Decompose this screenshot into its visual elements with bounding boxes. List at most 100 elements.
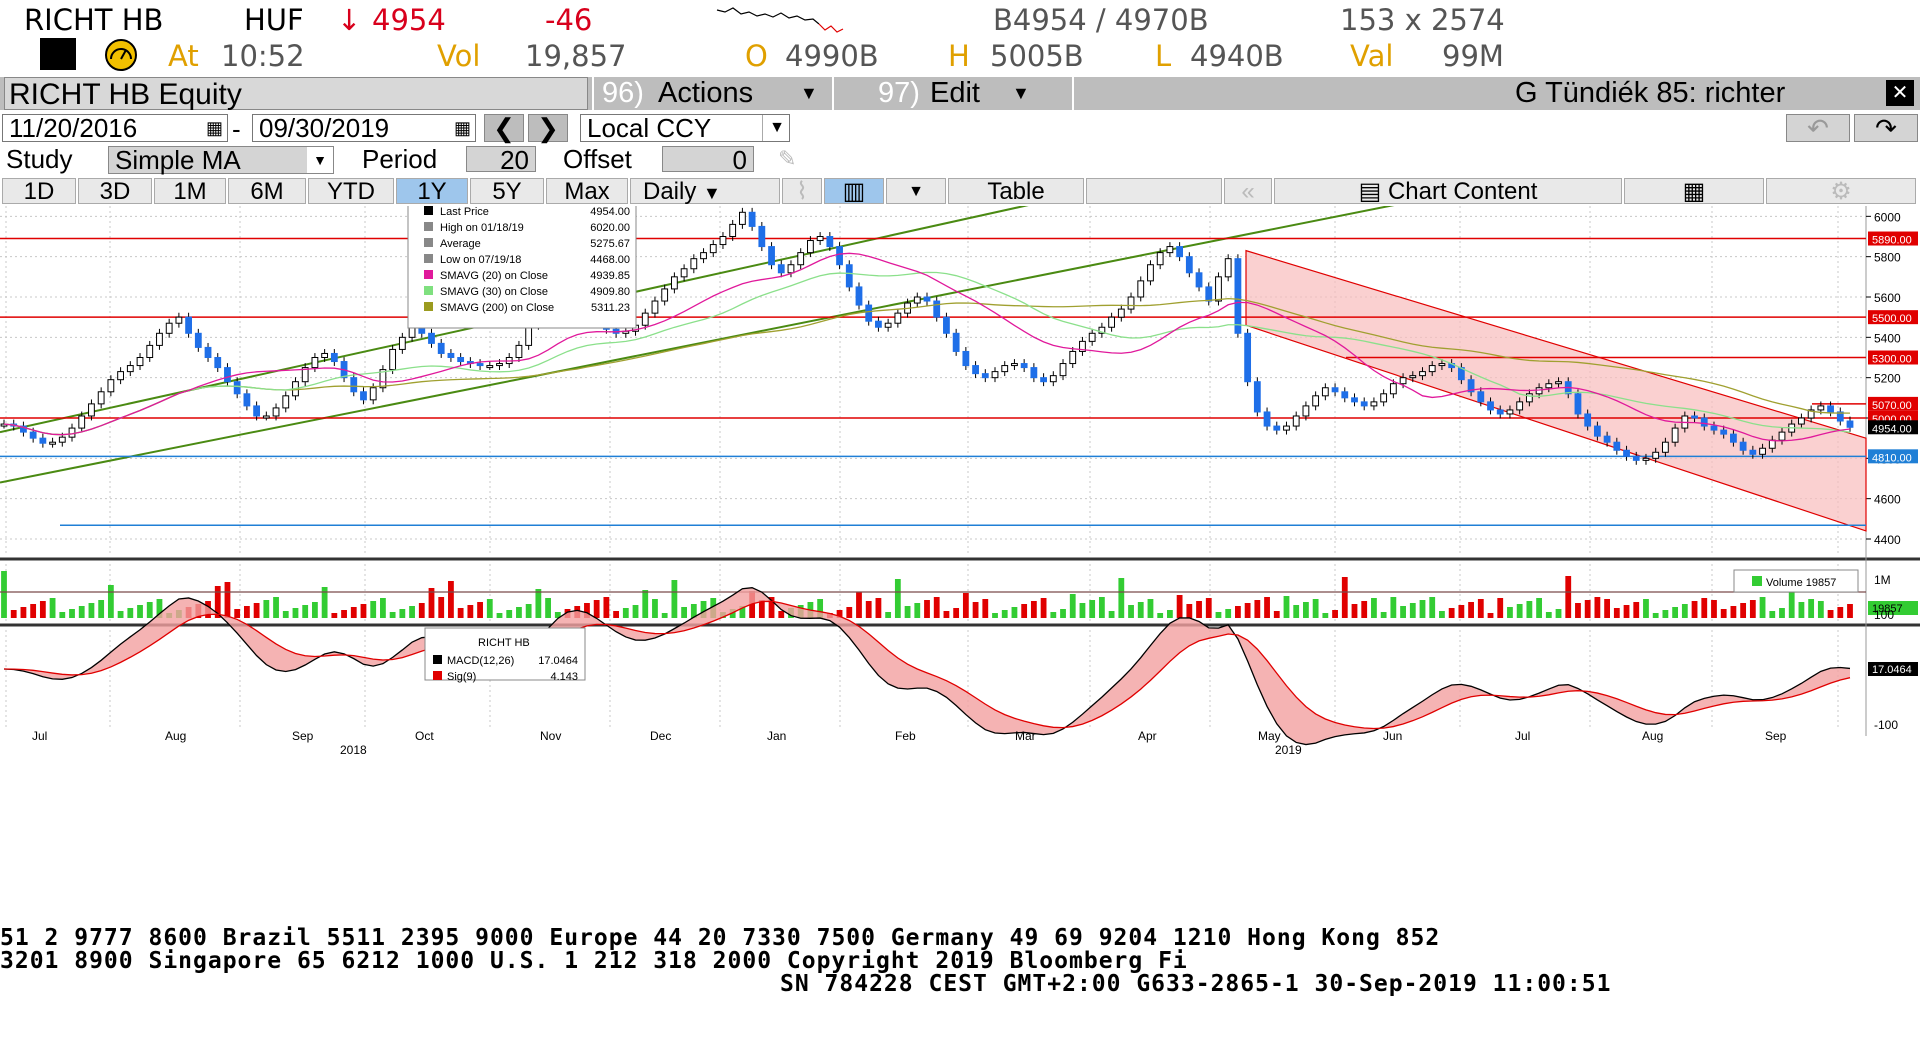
close-icon[interactable]: ✕ (1886, 80, 1914, 106)
candle (1341, 391, 1349, 399)
range-1m[interactable]: 1M (154, 178, 226, 205)
chart-content-button[interactable]: ▤ Chart Content (1274, 178, 1622, 205)
range-1y[interactable]: 1Y (396, 178, 468, 205)
actions-menu[interactable]: Actions (658, 77, 753, 110)
candle (670, 276, 678, 290)
volume-bar (856, 592, 862, 618)
price-tag-label: 5300.00 (1872, 354, 1912, 366)
candle (272, 407, 280, 417)
volume-bar (1108, 611, 1115, 618)
candle (1477, 391, 1485, 403)
period-input[interactable]: 20 (466, 146, 536, 173)
volume-bar (1740, 603, 1747, 618)
calendar-icon[interactable]: ▦ (206, 115, 223, 141)
candle (408, 326, 416, 338)
volume-bar (243, 606, 250, 618)
candle (369, 387, 377, 401)
bar-chart-icon[interactable]: ▥ (824, 178, 884, 205)
legend-value: 5311.23 (591, 302, 630, 314)
volume-bar (1079, 603, 1086, 618)
undo-button[interactable]: ↶ (1786, 114, 1850, 142)
candle (807, 240, 814, 254)
volume-bar (1672, 607, 1679, 618)
low-value: 4940B (1190, 39, 1284, 73)
speedometer-icon[interactable] (104, 38, 138, 72)
range-ytd[interactable]: YTD (308, 178, 394, 205)
volume-bar (875, 598, 882, 618)
year-label: 2018 (340, 743, 367, 757)
candle (690, 258, 698, 270)
frequency-select[interactable]: Daily ▼ (630, 178, 780, 205)
candle (1380, 393, 1388, 403)
collapse-left-icon[interactable]: « (1224, 178, 1272, 205)
chevron-down-icon[interactable]: ▼ (762, 115, 785, 141)
legend-swatch (424, 238, 433, 247)
legend-value: 17.0464 (538, 655, 578, 667)
volume-bar (1448, 608, 1455, 618)
volume-bar (399, 609, 406, 618)
range-1d[interactable]: 1D (2, 178, 76, 205)
volume-bar (312, 602, 318, 618)
candle (1389, 383, 1397, 395)
candle (1584, 413, 1592, 427)
prev-period-button[interactable]: ❮ (484, 114, 524, 142)
candle (1399, 377, 1407, 385)
candle (243, 393, 251, 407)
volume-bar (1244, 603, 1251, 618)
line-chart-icon[interactable]: ⌇ (782, 178, 822, 205)
candle (1321, 387, 1329, 397)
volume-bar (496, 613, 503, 618)
volume-bar (1798, 602, 1805, 618)
volume-bar (234, 609, 241, 618)
volume-bar (30, 604, 37, 618)
candle (253, 405, 261, 417)
actions-dropdown-icon[interactable]: ▼ (800, 77, 818, 110)
range-max[interactable]: Max (546, 178, 628, 205)
pencil-icon[interactable]: ✎ (778, 146, 796, 172)
study-select[interactable]: Simple MA ▼ (108, 146, 334, 174)
chevron-down-icon[interactable]: ▼ (307, 147, 333, 173)
price-chart[interactable]: 6200600058005600540052005000480046004400… (0, 206, 1920, 924)
candle (1642, 457, 1650, 461)
volume-bar (652, 599, 658, 618)
legend-value: 4954.00 (590, 206, 630, 218)
edit-menu[interactable]: Edit (930, 77, 980, 110)
range-5y[interactable]: 5Y (470, 178, 544, 205)
candle (1749, 449, 1757, 455)
volume-bar (1565, 576, 1572, 618)
month-label: Aug (1642, 729, 1663, 743)
volume-bar (1, 571, 7, 618)
offset-input[interactable]: 0 (662, 146, 754, 173)
candle (1331, 387, 1339, 393)
month-label: Feb (895, 729, 916, 743)
candle (1759, 447, 1766, 455)
candle (661, 288, 669, 302)
start-date-field[interactable]: 11/20/2016 ▦ (2, 114, 228, 142)
range-6m[interactable]: 6M (228, 178, 306, 205)
bid-ask-size: 153 x 2574 (1340, 3, 1505, 37)
redo-button[interactable]: ↷ (1854, 114, 1918, 142)
candle (651, 300, 659, 314)
candle (1059, 363, 1067, 377)
candle (1632, 455, 1640, 461)
chart-title[interactable]: G Tündiék 85: richter (1515, 77, 1785, 110)
candle (1720, 429, 1728, 435)
annotation-tools-icon[interactable]: ▦ (1624, 178, 1764, 205)
price-tick-label: 5200 (1874, 372, 1901, 386)
volume-bar (1837, 607, 1844, 618)
price-tag-label: 5500.00 (1872, 313, 1912, 325)
volume-bar (681, 607, 688, 618)
calendar-icon[interactable]: ▦ (454, 115, 471, 141)
edit-dropdown-icon[interactable]: ▼ (1012, 77, 1030, 110)
volume-bar (622, 608, 629, 618)
gear-icon[interactable]: ⚙ (1766, 178, 1916, 205)
table-button[interactable]: Table (948, 178, 1084, 205)
currency-select[interactable]: Local CCY ▼ (580, 114, 790, 142)
chart-type-dropdown-icon[interactable]: ▼ (886, 178, 946, 204)
next-period-button[interactable]: ❯ (528, 114, 568, 142)
range-3d[interactable]: 3D (78, 178, 152, 205)
candle (457, 357, 465, 363)
end-date-field[interactable]: 09/30/2019 ▦ (252, 114, 476, 142)
candle (1370, 401, 1378, 407)
security-field[interactable]: RICHT HB Equity (4, 77, 588, 111)
